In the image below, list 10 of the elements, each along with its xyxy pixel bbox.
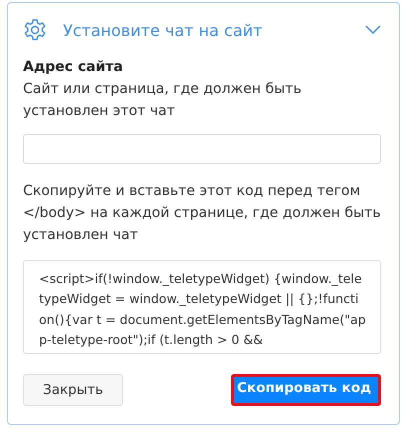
close-button[interactable]: Закрыть — [23, 374, 123, 406]
gear-icon — [23, 18, 47, 42]
copy-code-button[interactable]: Скопировать код — [231, 374, 381, 406]
code-snippet[interactable]: <script>if(!window._teletypeWidget) {window._teletypeWidget = window._teletypeWidget || {};!function(){var t = document.getElementsByTagName("app-teletype-root");if (t.length > 0 && — [23, 260, 381, 354]
chevron-icon[interactable] — [365, 25, 381, 36]
section-title: Установите чат на сайт — [63, 20, 264, 40]
field-hint: Сайт или страница, где должен быть установлен этот чат — [23, 80, 302, 122]
field-label: Адрес сайта — [23, 59, 124, 76]
instructions-text: Скопируйте и вставьте этот код перед тегом </body> на каждой странице, где должен быть установлен чат — [23, 182, 381, 245]
site-address-field[interactable] — [23, 134, 381, 164]
